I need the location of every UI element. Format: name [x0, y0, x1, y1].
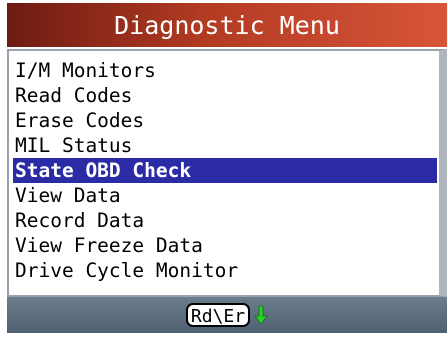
diagnostic-menu: I/M Monitors Read Codes Erase Codes MIL … [7, 49, 447, 297]
header-bar: Diagnostic Menu [7, 3, 447, 47]
menu-item-erase-codes[interactable]: Erase Codes [13, 108, 437, 133]
footer-bar: Rd\Er [7, 297, 447, 333]
down-arrow-icon[interactable] [254, 305, 269, 325]
menu-item-mil-status[interactable]: MIL Status [13, 133, 437, 158]
menu-item-record-data[interactable]: Record Data [13, 208, 437, 233]
page-title: Diagnostic Menu [114, 10, 340, 40]
menu-item-state-obd-check[interactable]: State OBD Check [13, 158, 437, 183]
menu-item-view-freeze-data[interactable]: View Freeze Data [13, 233, 437, 258]
device-screen: Diagnostic Menu I/M Monitors Read Codes … [7, 3, 447, 333]
menu-item-im-monitors[interactable]: I/M Monitors [13, 58, 437, 83]
menu-item-view-data[interactable]: View Data [13, 183, 437, 208]
menu-item-read-codes[interactable]: Read Codes [13, 83, 437, 108]
menu-item-drive-cycle-monitor[interactable]: Drive Cycle Monitor [13, 258, 437, 283]
rd-er-key[interactable]: Rd\Er [185, 303, 251, 327]
